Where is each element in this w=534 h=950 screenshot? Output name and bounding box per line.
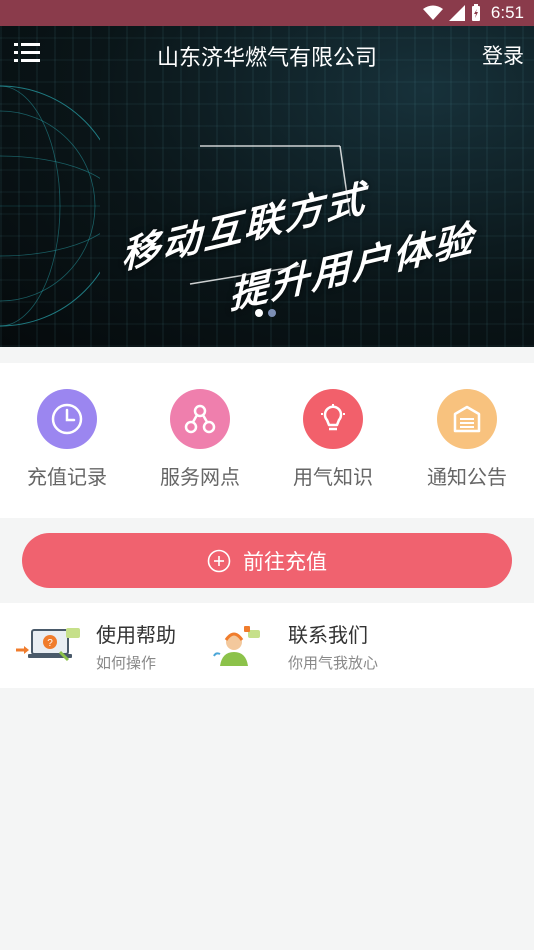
wifi-icon — [422, 5, 443, 20]
quick-action-notices[interactable]: 通知公告 — [400, 389, 534, 490]
svg-text:?: ? — [47, 638, 53, 649]
quick-action-service-points[interactable]: 服务网点 — [133, 389, 267, 490]
quick-actions-panel: 充值记录 服务网点 用气知识 通知公告 — [0, 363, 534, 518]
contact-us-title: 联系我们 — [288, 622, 368, 647]
notice-icon — [453, 405, 481, 433]
quick-action-recharge-records[interactable]: 充值记录 — [0, 389, 134, 490]
recharge-button[interactable]: 前往充值 — [22, 533, 512, 588]
quick-icon-circle — [437, 389, 497, 449]
quick-action-label: 充值记录 — [27, 465, 107, 489]
contact-us-subtitle: 你用气我放心 — [288, 653, 379, 672]
help-usage-subtitle: 如何操作 — [96, 653, 157, 672]
help-laptop-icon: ? — [16, 627, 80, 661]
status-time: 6:51 — [490, 3, 524, 22]
page-title: 山东济华燃气有限公司 — [156, 46, 377, 71]
login-button[interactable]: 登录 — [482, 40, 524, 70]
network-icon — [184, 404, 216, 434]
quick-icon-circle — [37, 389, 97, 449]
quick-action-label: 通知公告 — [427, 465, 507, 489]
plus-circle-icon — [207, 549, 231, 572]
help-panel: ? 使用帮助 如何操作 联系我们 你用气我放心 — [0, 603, 534, 688]
quick-action-label: 服务网点 — [160, 465, 240, 489]
top-app-bar: 山东济华燃气有限公司 登录 — [0, 26, 534, 82]
quick-action-gas-knowledge[interactable]: 用气知识 — [266, 389, 400, 490]
status-icons: 6:51 — [422, 3, 524, 23]
recharge-button-label: 前往充值 — [243, 549, 327, 574]
contact-us-item[interactable]: 联系我们 你用气我放心 — [212, 603, 378, 688]
battery-icon — [471, 4, 480, 21]
quick-icon-circle — [170, 389, 230, 449]
clock-icon — [51, 403, 83, 435]
quick-action-label: 用气知识 — [293, 465, 373, 489]
carousel-dot-2[interactable] — [268, 309, 276, 317]
status-bar: 6:51 — [0, 0, 534, 26]
carousel-indicator — [255, 309, 276, 317]
help-usage-text: 使用帮助 如何操作 — [96, 619, 176, 673]
help-usage-item[interactable]: ? 使用帮助 如何操作 — [16, 603, 176, 688]
signal-icon — [448, 5, 465, 21]
lightbulb-icon — [321, 404, 345, 431]
customer-service-icon — [213, 625, 260, 666]
carousel-dot-1[interactable] — [255, 309, 263, 317]
contact-us-text: 联系我们 你用气我放心 — [288, 619, 378, 673]
help-usage-title: 使用帮助 — [96, 622, 176, 647]
quick-icon-circle — [303, 389, 363, 449]
